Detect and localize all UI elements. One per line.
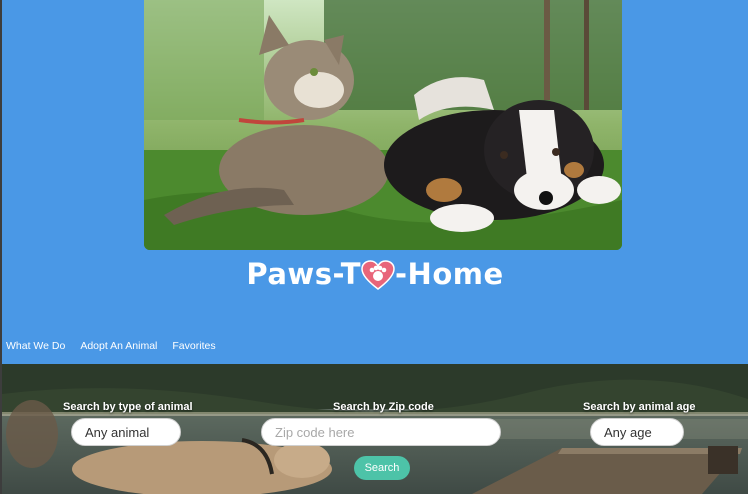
logo-text-suffix: -Home bbox=[395, 257, 504, 291]
animal-type-select[interactable] bbox=[71, 418, 181, 446]
nav-adopt-an-animal[interactable]: Adopt An Animal bbox=[80, 340, 157, 352]
nav-what-we-do[interactable]: What We Do bbox=[6, 340, 65, 352]
hero-image bbox=[144, 0, 622, 250]
logo-text-prefix: Paws-T bbox=[246, 257, 362, 291]
hero-photo bbox=[144, 0, 622, 250]
zip-code-label: Search by Zip code bbox=[333, 401, 434, 413]
search-section: Search by type of animal Search by Zip c… bbox=[2, 364, 748, 494]
zip-code-input[interactable] bbox=[261, 418, 501, 446]
animal-age-select[interactable] bbox=[590, 418, 684, 446]
animal-type-label: Search by type of animal bbox=[63, 401, 193, 413]
site-logo[interactable]: Paws-T -Home bbox=[2, 256, 748, 292]
paw-heart-icon bbox=[361, 260, 395, 290]
nav-favorites[interactable]: Favorites bbox=[172, 340, 215, 352]
main-nav: What We Do Adopt An Animal Favorites bbox=[6, 340, 216, 352]
header: Paws-T -Home What We Do Adopt An Animal … bbox=[2, 0, 748, 364]
search-button[interactable]: Search bbox=[354, 456, 410, 480]
animal-age-label: Search by animal age bbox=[583, 401, 696, 413]
